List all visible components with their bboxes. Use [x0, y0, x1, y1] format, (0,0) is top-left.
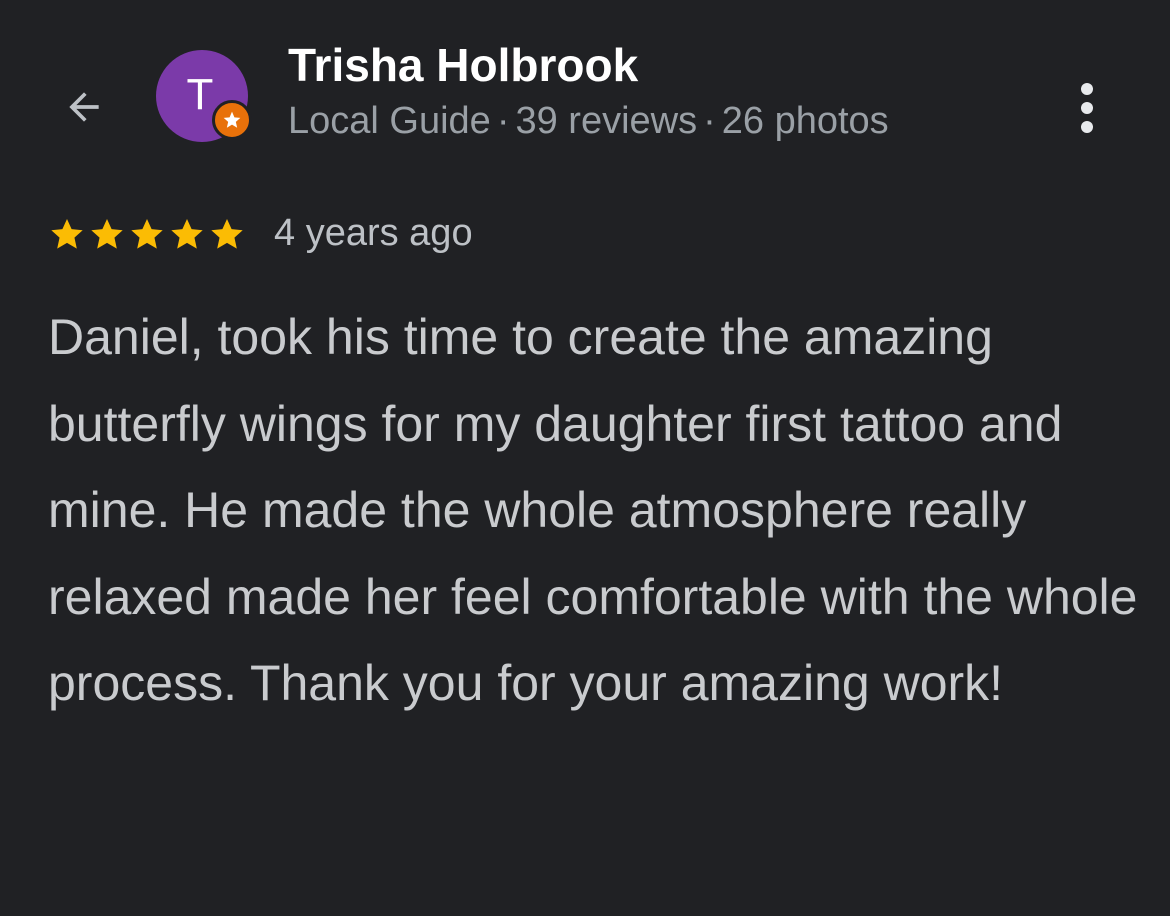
- review-text: Daniel, took his time to create the amaz…: [48, 309, 1138, 711]
- rating-row: 4 years ago: [48, 212, 473, 255]
- star-icon: [131, 218, 163, 249]
- arrow-back-icon: [69, 92, 99, 122]
- star-icon: [211, 218, 243, 249]
- star-rating: [48, 215, 246, 253]
- avatar-letter: T: [186, 70, 214, 119]
- reviewer-name[interactable]: Trisha Holbrook: [288, 38, 638, 92]
- local-guide-badge: [212, 100, 252, 140]
- review-time: 4 years ago: [274, 212, 473, 254]
- reviewer-meta: Local Guide · 39 reviews · 26 photos: [288, 100, 889, 143]
- more-options-button[interactable]: [1062, 76, 1112, 140]
- reviewer-photo-count: 26 photos: [721, 100, 889, 142]
- star-icon: [51, 218, 83, 249]
- reviewer-level: Local Guide: [288, 100, 491, 142]
- back-button[interactable]: [56, 82, 112, 132]
- local-guide-star-icon: [223, 111, 241, 128]
- more-vert-icon: [1081, 83, 1093, 133]
- meta-separator: ·: [703, 100, 716, 142]
- meta-separator: ·: [496, 100, 510, 142]
- star-icon: [91, 218, 123, 249]
- reviewer-review-count: 39 reviews: [515, 100, 698, 142]
- star-icon: [171, 218, 203, 249]
